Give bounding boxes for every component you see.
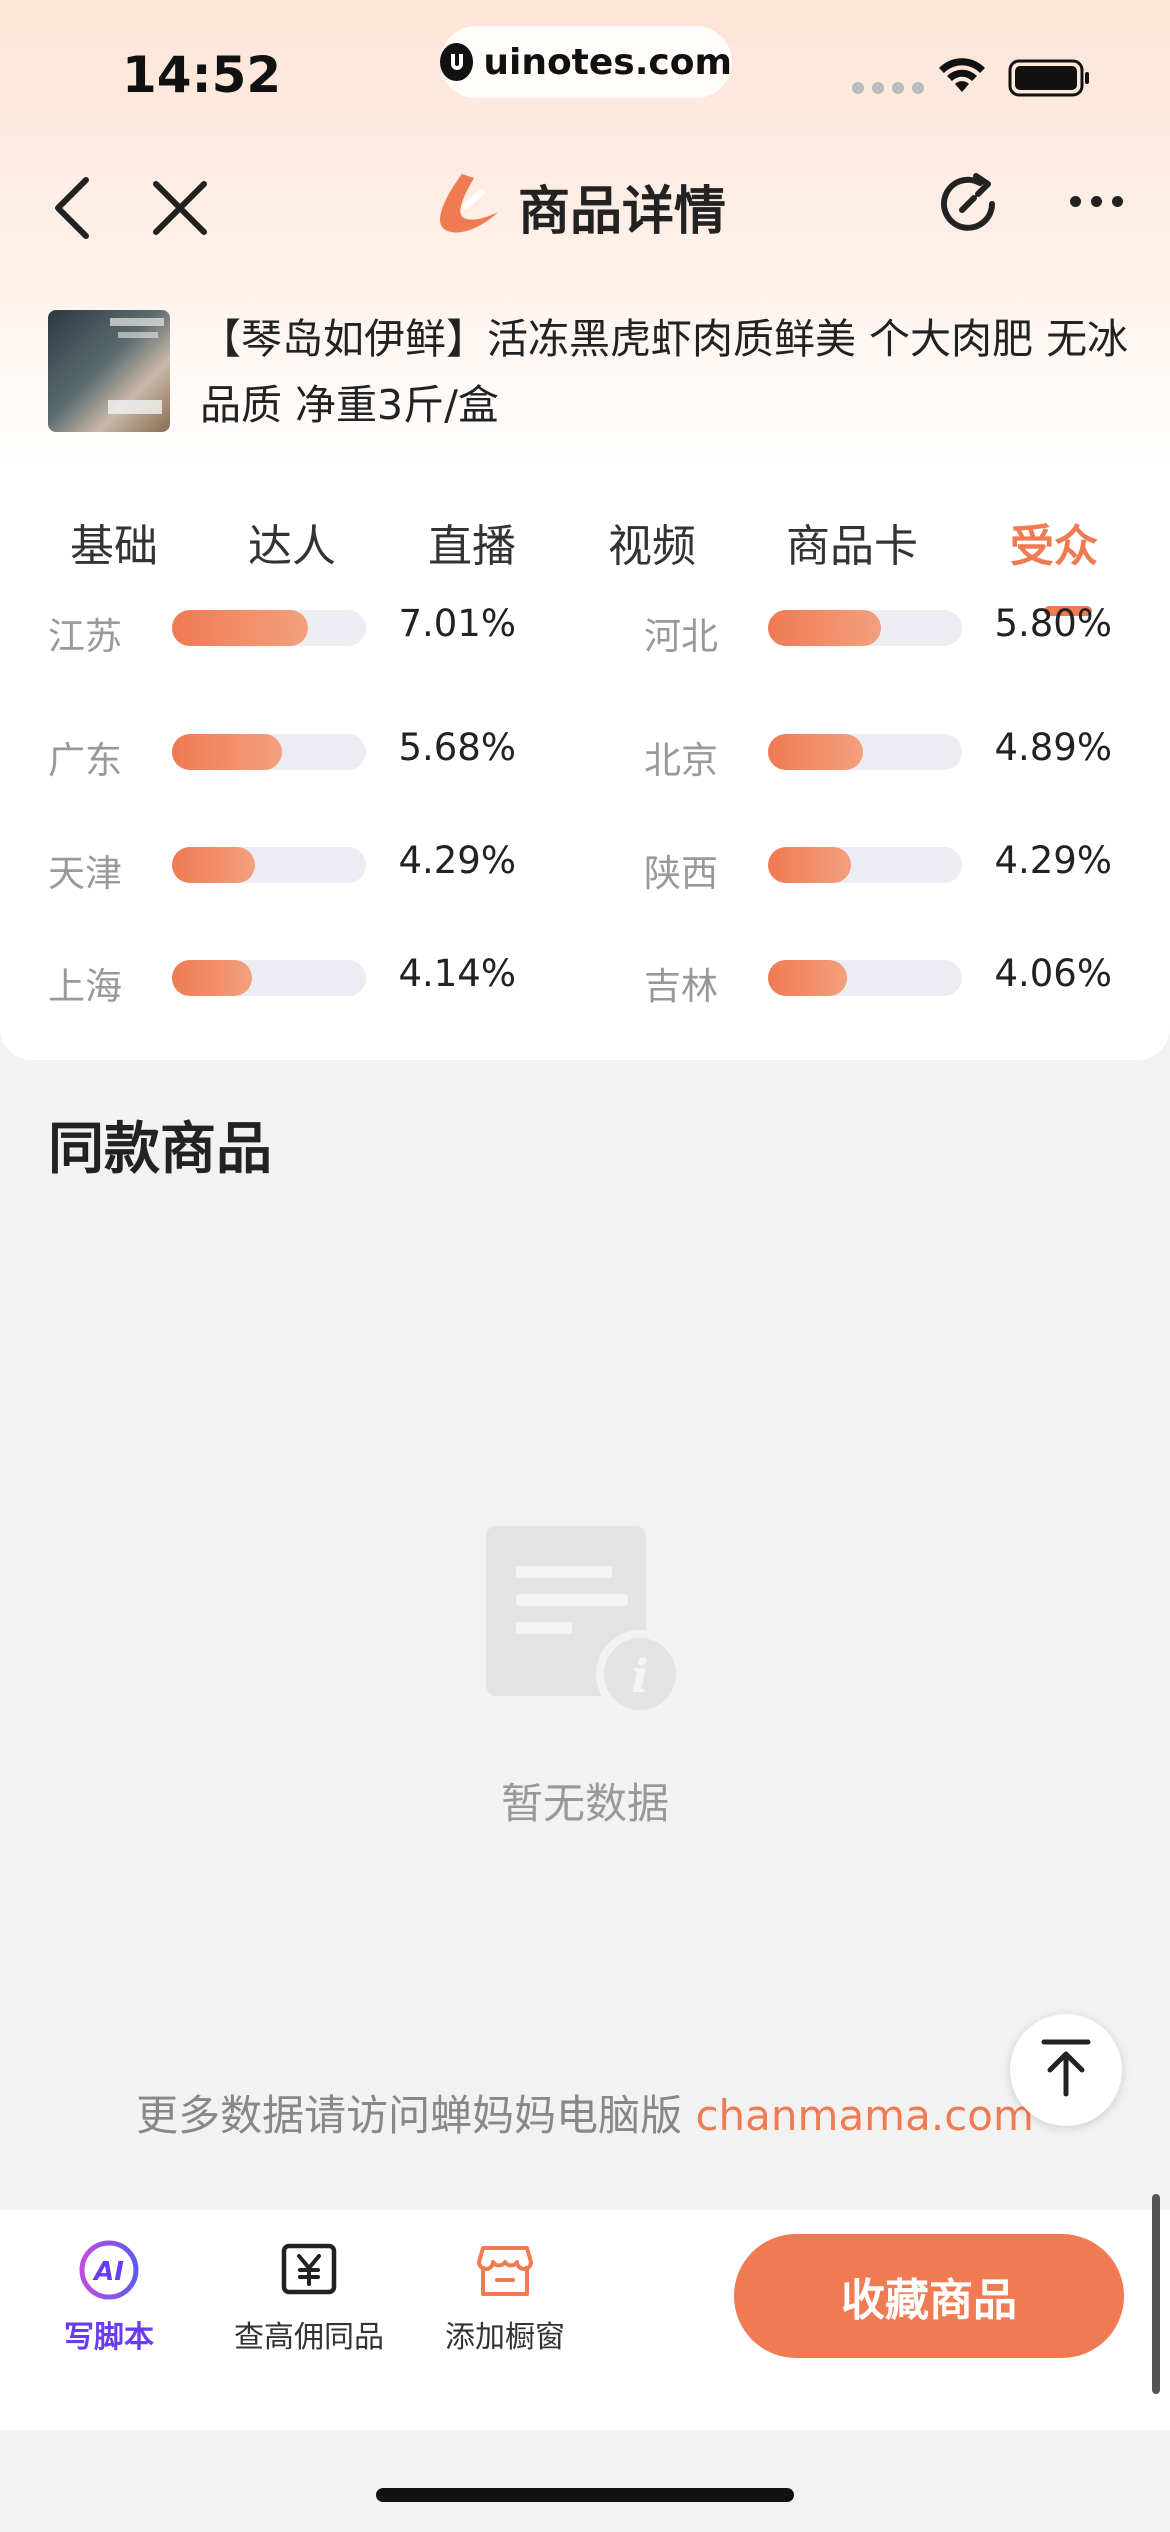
collect-product-button[interactable]: 收藏商品: [734, 2234, 1124, 2358]
chanmama-logo-icon: [432, 168, 504, 244]
region-percent: 4.29%: [398, 839, 516, 882]
region-bar-track: [768, 960, 962, 996]
arrow-up-icon: [1040, 2038, 1092, 2102]
region-percent: 5.80%: [994, 602, 1112, 645]
region-name: 陕西: [644, 852, 718, 895]
region-bar-fill: [768, 734, 863, 770]
empty-state-text: 暂无数据: [500, 1779, 669, 1828]
svg-text:AI: AI: [92, 2257, 124, 2287]
url-pill[interactable]: uinotes.com: [440, 26, 732, 98]
region-bar-fill: [172, 960, 253, 996]
refresh-icon[interactable]: [932, 168, 1004, 244]
region-bar-fill: [768, 847, 852, 883]
shop-icon: [475, 2246, 535, 2304]
write-script-button[interactable]: AI 写脚本: [24, 2240, 194, 2356]
cellular-signal-icon: [852, 82, 924, 94]
region-percent: 4.29%: [994, 839, 1112, 882]
region-name: 吉林: [644, 965, 718, 1008]
region-percent: 4.06%: [994, 952, 1112, 995]
back-icon[interactable]: [48, 176, 96, 244]
yen-icon: [279, 2243, 339, 2304]
tab-video[interactable]: 视频: [608, 510, 696, 574]
region-bar-fill: [768, 610, 881, 646]
scrollbar[interactable]: [1152, 2194, 1160, 2394]
region-name: 天津: [48, 852, 122, 895]
no-data-icon: i: [484, 1524, 684, 1728]
home-indicator[interactable]: [376, 2488, 794, 2502]
tab-audience[interactable]: 受众: [1010, 510, 1098, 574]
site-logo-icon: [440, 43, 474, 81]
product-title: 【琴岛如伊鲜】活冻黑虎虾肉质鲜美 个大肉肥 无冰品质 净重3斤/盒: [200, 315, 1129, 429]
footer-note-text: 更多数据请访问蝉妈妈电脑版: [136, 2091, 683, 2140]
product-thumbnail[interactable]: [48, 310, 170, 432]
url-text: uinotes.com: [483, 41, 732, 83]
region-bar-track: [172, 610, 366, 646]
footer-link[interactable]: chanmama.com: [695, 2091, 1033, 2140]
tab-bar: [0, 470, 1170, 620]
battery-icon: [1008, 58, 1092, 102]
add-showcase-button[interactable]: 添加橱窗: [420, 2240, 590, 2356]
region-bar-track: [172, 960, 366, 996]
tab-live[interactable]: 直播: [428, 510, 516, 574]
write-script-label: 写脚本: [64, 2320, 154, 2355]
status-time: 14:52: [122, 46, 282, 104]
back-to-top-button[interactable]: [1010, 2014, 1122, 2126]
region-bar-fill: [172, 734, 283, 770]
high-commission-button[interactable]: 查高佣同品: [224, 2240, 394, 2356]
page-title: 商品详情: [518, 181, 727, 242]
add-showcase-label: 添加橱窗: [445, 2320, 565, 2355]
tab-product-card[interactable]: 商品卡: [786, 510, 918, 574]
ai-icon: AI: [77, 2240, 141, 2304]
region-percent: 4.14%: [398, 952, 516, 995]
region-bar-track: [768, 847, 962, 883]
region-percent: 5.68%: [398, 726, 516, 769]
nav-title-group: 商品详情: [432, 168, 726, 244]
region-bar-track: [172, 847, 366, 883]
same-products-title: 同款商品: [48, 1117, 272, 1182]
tab-influencer[interactable]: 达人: [248, 510, 336, 574]
region-name: 河北: [644, 615, 718, 658]
svg-text:i: i: [631, 1649, 648, 1703]
region-name: 北京: [644, 739, 718, 782]
region-name: 上海: [48, 965, 122, 1008]
footer-note: 更多数据请访问蝉妈妈电脑版 chanmama.com: [0, 2082, 1170, 2143]
high-commission-label: 查高佣同品: [234, 2320, 384, 2355]
region-bar-track: [768, 610, 962, 646]
region-bar-fill: [172, 847, 256, 883]
region-bar-track: [172, 734, 366, 770]
region-bar-fill: [768, 960, 847, 996]
wifi-icon: [936, 56, 988, 100]
region-bar-fill: [172, 610, 308, 646]
close-icon[interactable]: [150, 178, 210, 242]
region-percent: 7.01%: [398, 602, 516, 645]
tab-basic[interactable]: 基础: [70, 510, 158, 574]
more-icon[interactable]: [1070, 196, 1123, 207]
region-name: 江苏: [48, 615, 122, 658]
region-percent: 4.89%: [994, 726, 1112, 769]
region-bar-track: [768, 734, 962, 770]
region-name: 广东: [48, 739, 122, 782]
